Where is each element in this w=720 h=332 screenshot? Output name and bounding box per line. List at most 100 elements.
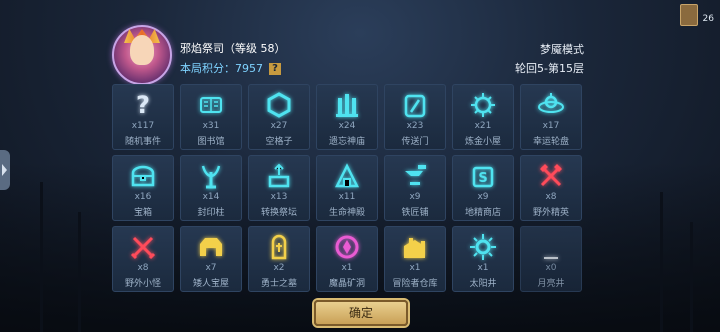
location-tile[interactable]: x0 月亮井 [520,226,582,292]
moon-altar-icon [521,231,581,263]
mode-title: 梦魇模式 [540,43,584,56]
crossed-swords-icon [113,231,173,263]
location-tile[interactable]: x23 传送门 [384,84,446,150]
location-tile[interactable]: x13 转换祭坛 [248,155,310,221]
location-count: x13 [270,192,288,202]
location-tile[interactable]: x11 生命神殿 [316,155,378,221]
warehouse-icon [385,231,445,263]
location-label: 空格子 [265,137,293,147]
anvil-icon [385,160,445,192]
location-label: 幸运轮盘 [532,137,569,147]
location-tile[interactable]: x7 矮人宝屋 [180,226,242,292]
avatar [112,25,172,85]
background-spear [40,182,43,332]
altar-icon [249,160,309,192]
score-line: 本局积分：7957? [180,60,281,76]
shop-icon: S [453,160,513,192]
hexagon-icon [249,89,309,121]
location-label: 月亮井 [537,279,565,289]
location-count: x9 [477,192,489,202]
life-temple-icon [317,160,377,192]
location-count: x9 [409,192,421,202]
location-count: x117 [131,121,155,131]
location-count: x16 [134,192,152,202]
location-count: x7 [205,263,217,273]
score-text: 本局积分：7957 [180,62,263,75]
background-spear [690,222,693,332]
tomb-icon [249,231,309,263]
location-tile[interactable]: ? x117 随机事件 [112,84,174,150]
location-count: x21 [474,121,492,131]
location-tile[interactable]: x2 勇士之墓 [248,226,310,292]
location-label: 野外精英 [532,208,569,218]
location-count: x2 [273,263,285,273]
location-count: x11 [338,192,356,202]
location-count: x1 [341,263,353,273]
dwarf-house-icon [181,231,241,263]
library-icon [181,89,241,121]
location-label: 图书馆 [197,137,225,147]
location-count: x17 [542,121,560,131]
location-tile[interactable]: x8 野外小怪 [112,226,174,292]
location-label: 宝箱 [133,208,152,218]
question-icon: ? [113,89,173,121]
avatar-face [130,35,154,65]
location-count: x24 [338,121,356,131]
card-deck-icon[interactable] [680,4,698,26]
seal-pillar-icon [181,160,241,192]
location-label: 封印柱 [197,208,225,218]
location-count: x1 [477,263,489,273]
portal-icon [385,89,445,121]
location-count: x8 [137,263,149,273]
card-deck-count: 26 [702,14,714,24]
crystal-mine-icon [317,231,377,263]
location-count: x0 [545,263,557,273]
location-count: x1 [409,263,421,273]
location-tile[interactable]: x1 魔晶矿洞 [316,226,378,292]
location-label: 矮人宝屋 [192,279,229,289]
confirm-button[interactable]: 确定 [314,300,408,326]
location-tile[interactable]: x1 太阳井 [452,226,514,292]
location-tile[interactable]: x14 封印柱 [180,155,242,221]
player-name: 邪焰祭司（等级 58） [180,42,286,55]
location-label: 铁匠铺 [401,208,429,218]
side-panel-toggle[interactable] [0,150,10,190]
location-label: 勇士之墓 [260,279,297,289]
location-tile[interactable]: Sx9 地精商店 [452,155,514,221]
wheel-icon [521,89,581,121]
location-tile[interactable]: x16 宝箱 [112,155,174,221]
location-tile[interactable]: x21 炼金小屋 [452,84,514,150]
location-tile[interactable]: x9 铁匠铺 [384,155,446,221]
location-label: 地精商店 [464,208,501,218]
svg-text:?: ? [136,91,150,119]
location-label: 炼金小屋 [464,137,501,147]
sun-well-icon [453,231,513,263]
location-count: x23 [406,121,424,131]
location-label: 随机事件 [124,137,161,147]
help-icon[interactable]: ? [269,63,281,75]
location-label: 转换祭坛 [260,208,297,218]
location-label: 生命神殿 [328,208,365,218]
location-tile[interactable]: x1 冒险者仓库 [384,226,446,292]
location-count: x27 [270,121,288,131]
location-label: 太阳井 [469,279,497,289]
background-spear [78,212,81,332]
location-label: 冒险者仓库 [392,279,438,289]
location-grid: ? x117 随机事件 x31 图书馆 x27 空格子 x24 遗忘神庙 x23 传送门 x21 炼金小… [112,84,582,292]
location-tile[interactable]: x27 空格子 [248,84,310,150]
location-tile[interactable]: x8 野外精英 [520,155,582,221]
location-count: x14 [202,192,220,202]
round-info: 轮回5-第15层 [515,62,584,75]
alchemy-icon [453,89,513,121]
location-count: x31 [202,121,220,131]
location-label: 遗忘神庙 [328,137,365,147]
location-label: 传送门 [401,137,429,147]
crossed-axes-icon [521,160,581,192]
location-tile[interactable]: x24 遗忘神庙 [316,84,378,150]
location-tile[interactable]: x17 幸运轮盘 [520,84,582,150]
location-tile[interactable]: x31 图书馆 [180,84,242,150]
location-label: 魔晶矿洞 [328,279,365,289]
svg-text:S: S [478,171,487,186]
location-count: x8 [545,192,557,202]
temple-icon [317,89,377,121]
